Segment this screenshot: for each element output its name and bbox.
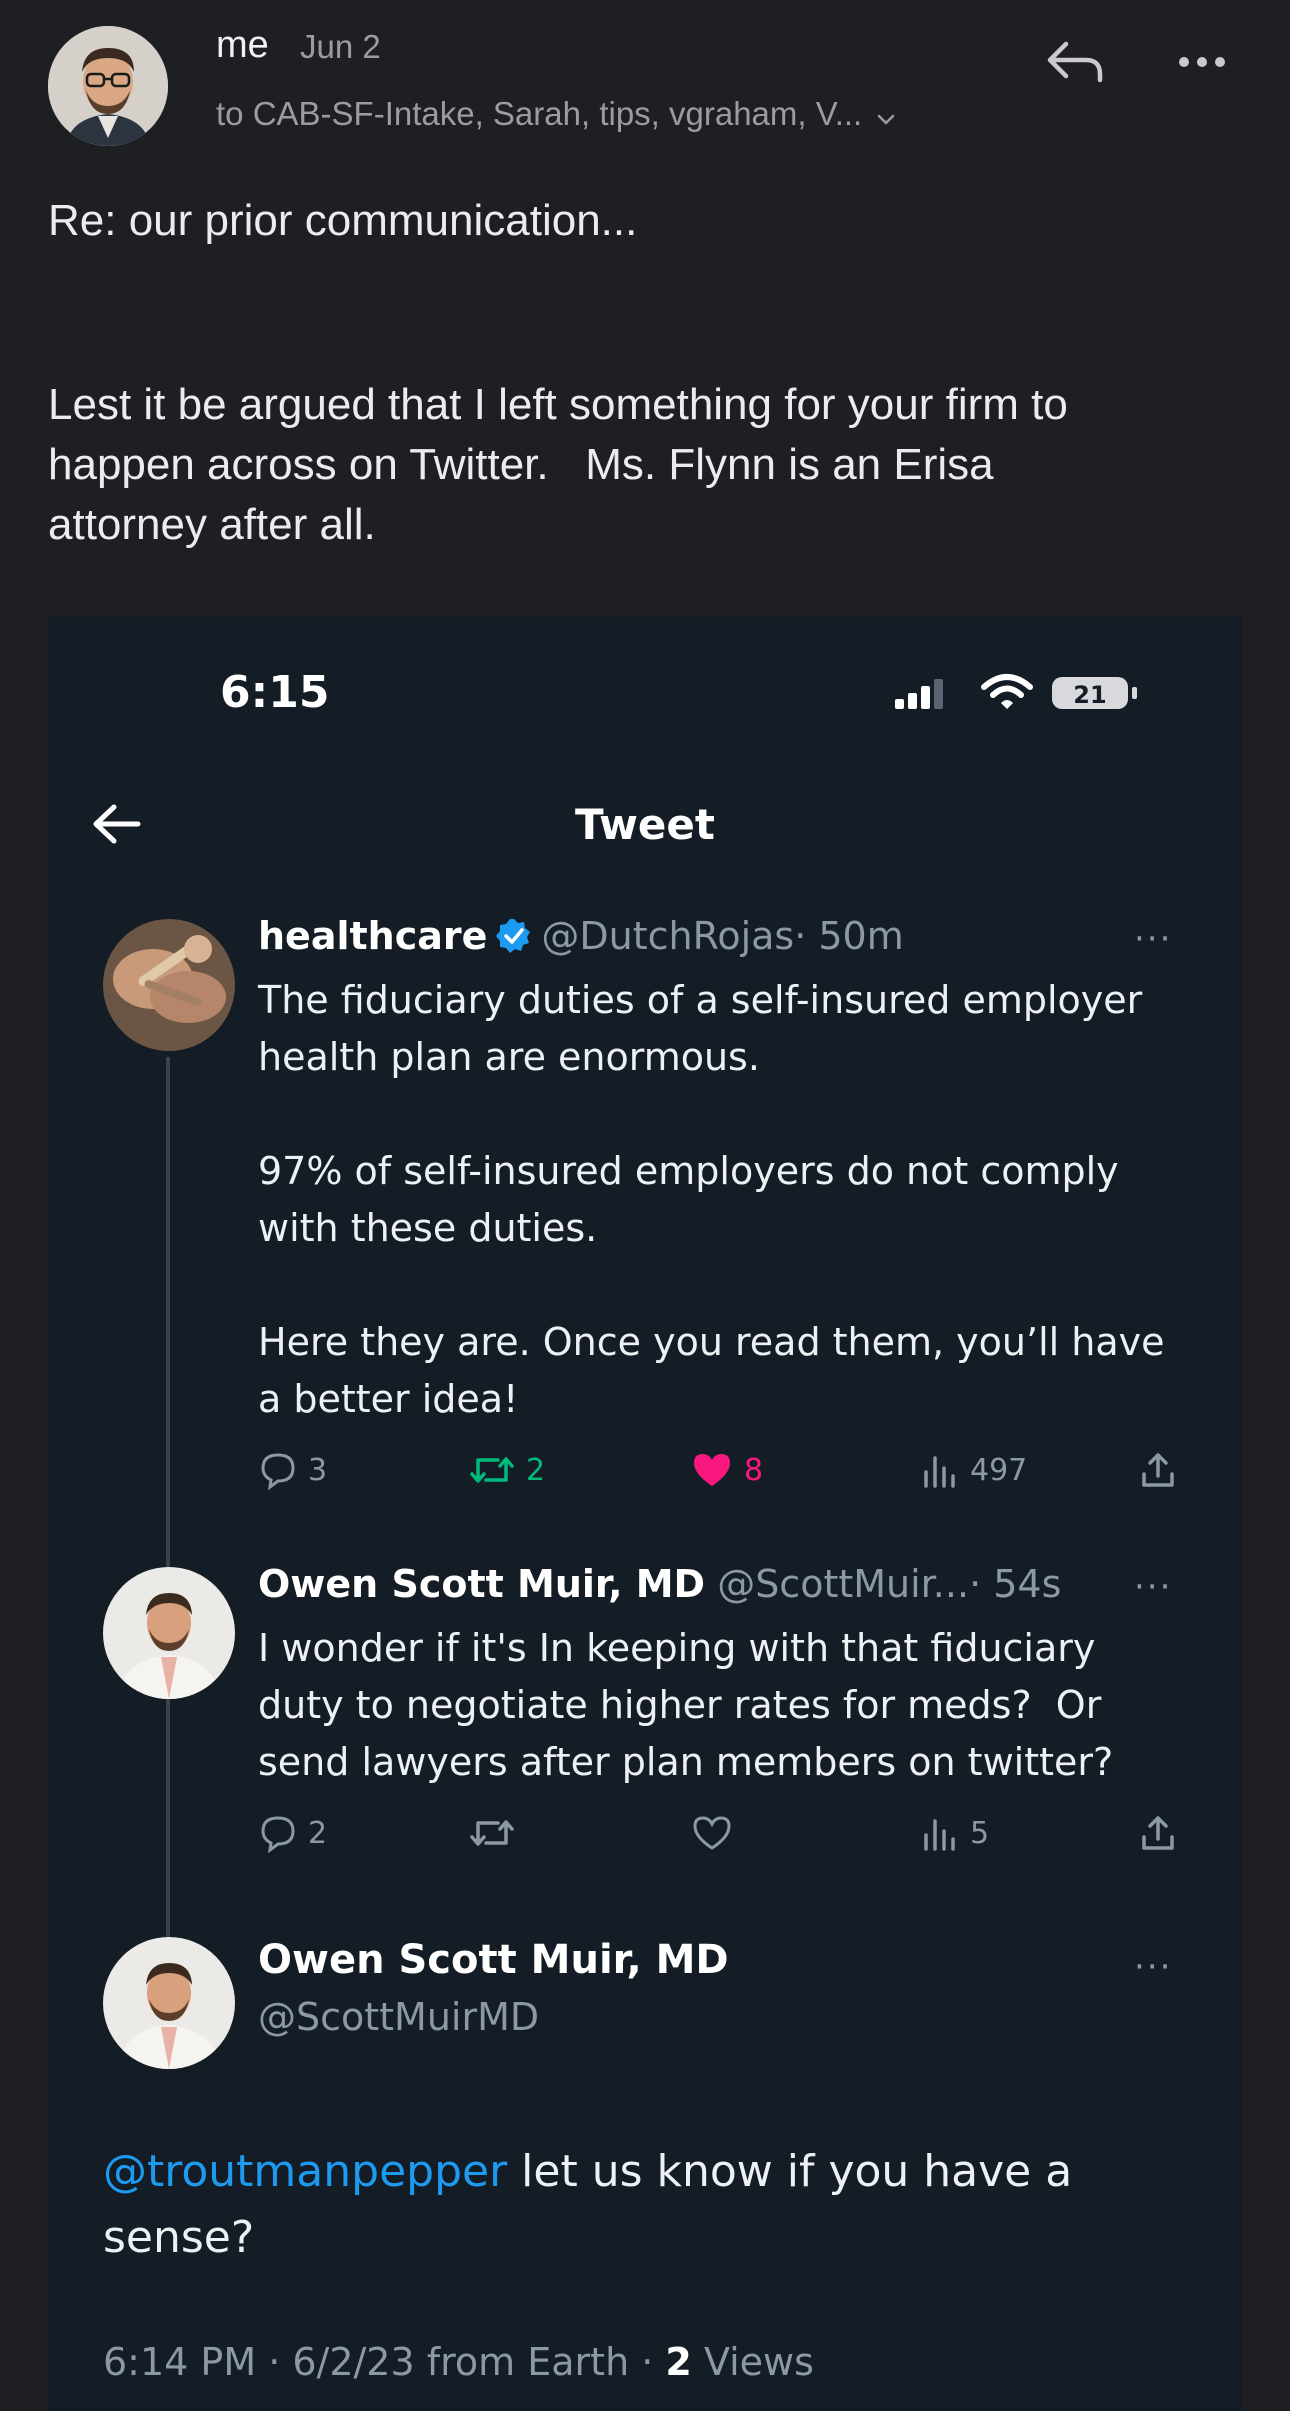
views-number: 2 (665, 2340, 692, 2384)
status-bar-time: 6:15 (220, 667, 330, 718)
share-icon (1142, 1816, 1174, 1850)
main-tweet-line: sense? (103, 2212, 255, 2263)
tweet-avatar[interactable] (103, 1567, 235, 1699)
verified-badge-icon (495, 917, 533, 964)
reply-count: 3 (308, 1452, 328, 1488)
share-icon (1142, 1453, 1174, 1487)
tweet-line: The fiduciary duties of a self-insured e… (258, 978, 1143, 1022)
mention-link[interactable]: @troutmanpepper (103, 2146, 507, 2197)
tweet-avatar[interactable] (103, 1937, 235, 2069)
tweet-header: healthcare @DutchRojas· 50m (258, 914, 904, 964)
tweet-text: The fiduciary duties of a self-insured e… (258, 972, 1218, 1428)
thread-connector (166, 1697, 170, 1952)
battery-icon: 21 (1050, 673, 1140, 717)
main-tweet-handle[interactable]: @ScottMuirMD (258, 1995, 539, 2039)
retweet-icon (470, 1820, 514, 1846)
like-action[interactable]: 8 (690, 1450, 763, 1490)
tweet-line: with these duties. (258, 1206, 598, 1250)
reply-action[interactable]: 2 (258, 1813, 327, 1853)
recipients-text: to CAB-SF-Intake, Sarah, tips, vgraham, … (216, 95, 863, 132)
tweet-line: 97% of self-insured employers do not com… (258, 1149, 1119, 1193)
tweet-action-bar: 2 5 (258, 1813, 1218, 1863)
tweet-author-name[interactable]: healthcare (258, 914, 487, 958)
reply-bubble-icon (261, 1816, 295, 1853)
tweet-more-icon[interactable]: ··· (1134, 1947, 1172, 1987)
tweet-line: Here they are. Once you read them, you’l… (258, 1320, 1165, 1364)
main-tweet-author-name[interactable]: Owen Scott Muir, MD (258, 1937, 729, 1983)
main-tweet-line: let us know if you have a (507, 2146, 1073, 2197)
tweet-handle[interactable]: @DutchRojas (541, 914, 794, 958)
body-line: Lest it be argued that I left something … (48, 380, 1068, 429)
tweet-time: · 54s (969, 1562, 1062, 1606)
more-options-button[interactable] (1170, 30, 1234, 90)
reply-action[interactable]: 3 (258, 1450, 327, 1490)
views-label: Views (691, 2340, 814, 2384)
email-body-paragraph: Lest it be argued that I left something … (48, 375, 1248, 555)
body-line: attorney after all. (48, 500, 376, 549)
more-horizontal-icon (1179, 57, 1225, 67)
sender-name: me (216, 24, 269, 66)
tweet-timestamp: 6:14 PM · 6/2/23 from Earth · (103, 2340, 666, 2384)
views-bars-icon (924, 1819, 955, 1851)
share-action[interactable] (1138, 1450, 1188, 1490)
tweet-text: I wonder if it's In keeping with that fi… (258, 1620, 1218, 1791)
reply-count: 2 (308, 1815, 328, 1851)
tweet-handle[interactable]: @ScottMuir... (717, 1562, 969, 1606)
person-photo-icon (48, 26, 168, 146)
tweet-header: Owen Scott Muir, MD @ScottMuir...· 54s (258, 1562, 1061, 1606)
retweet-action[interactable] (468, 1813, 526, 1853)
body-line: happen across on Twitter. Ms. Flynn is a… (48, 440, 994, 489)
sender-avatar[interactable] (48, 26, 168, 146)
tweet-author-name[interactable]: Owen Scott Muir, MD (258, 1562, 705, 1606)
retweet-count: 2 (526, 1452, 546, 1488)
tweet-line: I wonder if it's In keeping with that fi… (258, 1626, 1096, 1670)
tweet-line: send lawyers after plan members on twitt… (258, 1740, 1114, 1784)
views-count: 5 (970, 1815, 990, 1851)
reply-button[interactable] (1040, 30, 1110, 90)
heart-outline-icon (693, 1816, 731, 1850)
views-action[interactable]: 497 (920, 1450, 1027, 1490)
views-count: 497 (970, 1452, 1028, 1488)
reply-bubble-icon (261, 1453, 295, 1490)
retweet-icon (470, 1457, 514, 1483)
like-action[interactable] (690, 1813, 744, 1853)
like-count: 8 (744, 1452, 764, 1488)
share-action[interactable] (1138, 1813, 1188, 1853)
cellular-signal-icon (893, 677, 953, 713)
tweet-meta: 6:14 PM · 6/2/23 from Earth · 2 Views (103, 2340, 814, 2384)
nav-title: Tweet (575, 800, 715, 849)
email-date: Jun 2 (300, 28, 381, 65)
retweet-action[interactable]: 2 (468, 1450, 545, 1490)
main-tweet-text: @troutmanpepper let us know if you have … (103, 2139, 1203, 2271)
heart-filled-icon (694, 1454, 730, 1486)
tweet-screenshot-image[interactable]: 6:15 21 Tweet healthcare @DutchRojas· 50… (48, 617, 1242, 2411)
tweet-line: a better idea! (258, 1377, 519, 1421)
tweet-line: duty to negotiate higher rates for meds?… (258, 1683, 1102, 1727)
tweet-line: health plan are enormous. (258, 1035, 760, 1079)
views-action[interactable]: 5 (920, 1813, 989, 1853)
thread-connector (166, 1057, 170, 1582)
battery-level-text: 21 (1073, 681, 1106, 709)
recipients-line[interactable]: to CAB-SF-Intake, Sarah, tips, vgraham, … (216, 95, 896, 135)
wifi-icon (980, 673, 1034, 715)
tweet-more-icon[interactable]: ··· (1134, 1567, 1172, 1607)
chevron-down-icon[interactable] (876, 97, 896, 135)
tweet-time: · 50m (794, 914, 904, 958)
reply-icon (1047, 41, 1103, 83)
views-bars-icon (924, 1456, 955, 1488)
email-subject-line: Re: our prior communication... (48, 196, 638, 245)
tweet-more-icon[interactable]: ··· (1134, 919, 1172, 959)
tweet-avatar[interactable] (103, 919, 235, 1051)
tweet-action-bar: 3 2 8 497 (258, 1450, 1218, 1500)
